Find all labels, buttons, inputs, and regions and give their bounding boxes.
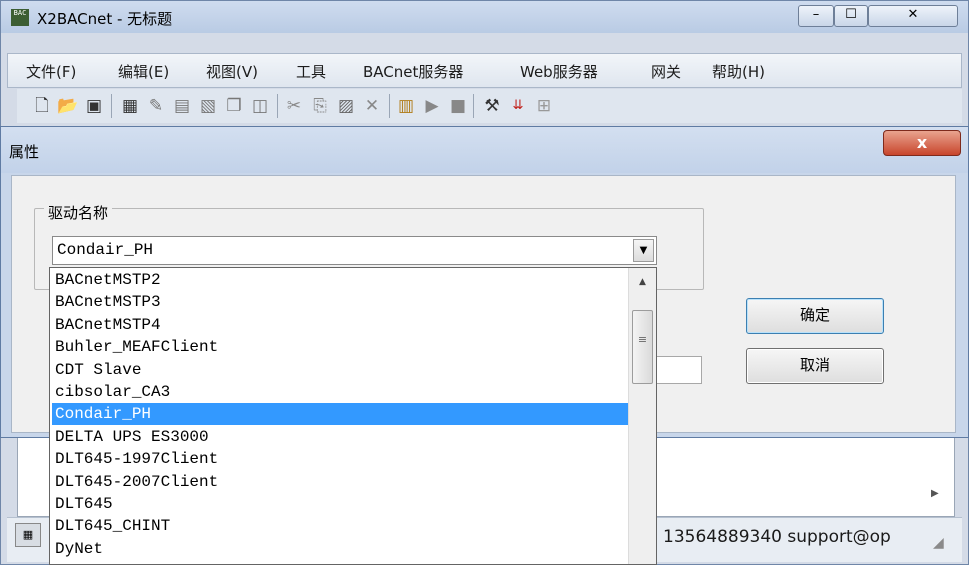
cancel-button[interactable]: 取消: [746, 348, 884, 384]
combobox-value: Condair_PH: [57, 241, 154, 259]
grid-icon[interactable]: ▤: [171, 95, 193, 117]
menu-web-server[interactable]: Web服务器: [520, 61, 598, 82]
toolbar-separator: [277, 94, 278, 118]
open-folder-icon[interactable]: 📂: [57, 95, 79, 117]
dropdown-option[interactable]: DLT645-1997Client: [52, 448, 631, 470]
menu-help[interactable]: 帮助(H): [712, 61, 765, 82]
dropdown-option[interactable]: DLT645: [52, 493, 631, 515]
status-icon: ▦: [15, 523, 41, 547]
driver-dropdown-list[interactable]: BACnetMSTP2 BACnetMSTP3 BACnetMSTP4 Buhler_…: [49, 267, 657, 565]
minimize-icon: –: [812, 7, 820, 22]
menu-tools[interactable]: 工具: [296, 61, 326, 82]
menu-file[interactable]: 文件(F): [26, 61, 76, 82]
toolbar-separator: [111, 94, 112, 118]
dropdown-option[interactable]: cibsolar_CA3: [52, 381, 631, 403]
close-icon: x: [916, 133, 928, 152]
driver-name-combobox[interactable]: Condair_PH ▼: [52, 236, 657, 265]
dropdown-option[interactable]: DLT645-2007Client: [52, 471, 631, 493]
chevron-down-icon[interactable]: ▼: [633, 239, 654, 262]
maximize-icon: ☐: [845, 7, 857, 22]
stack-icon[interactable]: ▥: [395, 95, 417, 117]
close-icon: ✕: [907, 7, 919, 22]
scroll-right-icon[interactable]: ▶: [931, 488, 939, 499]
copy-icon[interactable]: ⎘: [309, 95, 331, 117]
window-icon[interactable]: ◫: [249, 95, 271, 117]
ok-button[interactable]: 确定: [746, 298, 884, 334]
maximize-button[interactable]: ☐: [834, 5, 868, 27]
toolbar: 🗋 📂 ▣ ▦ ✎ ▤ ▧ ❐ ◫ ✂ ⎘ ▨ ✕ ▥ ▶ ■ ⚒ ⇊ ⊞: [17, 89, 962, 123]
scroll-up-icon[interactable]: ▲: [629, 268, 656, 296]
cut-icon[interactable]: ✂: [283, 95, 305, 117]
driver-name-label: 驱动名称: [44, 202, 113, 223]
dropdown-option[interactable]: BACnetMSTP4: [52, 314, 631, 336]
toolbar-separator: [389, 94, 390, 118]
dialog-title: 属性: [9, 143, 40, 161]
menu-view[interactable]: 视图(V): [206, 61, 258, 82]
menu-gateway[interactable]: 网关: [651, 61, 681, 82]
dropdown-option[interactable]: BACnetMSTP3: [52, 291, 631, 313]
copy-window-icon[interactable]: ❐: [223, 95, 245, 117]
grip-icon: ≡: [637, 333, 648, 346]
calculator-icon[interactable]: ▦: [119, 95, 141, 117]
dropdown-option[interactable]: BACnetMSTP2: [52, 269, 631, 291]
menu-edit[interactable]: 编辑(E): [118, 61, 169, 82]
save-icon[interactable]: ▣: [83, 95, 105, 117]
dropdown-option[interactable]: Buhler_MEAFClient: [52, 336, 631, 358]
window-title: X2BACnet - 无标题: [37, 10, 173, 28]
title-bar[interactable]: BAC X2BACnet - 无标题 – ☐ ✕: [1, 1, 968, 33]
camera-icon[interactable]: ▧: [197, 95, 219, 117]
delete-icon[interactable]: ✕: [361, 95, 383, 117]
dialog-close-button[interactable]: x: [883, 130, 961, 156]
menu-bar: 文件(F) 编辑(E) 视图(V) 工具 BACnet服务器 Web服务器 网关…: [7, 53, 962, 88]
dropdown-option[interactable]: DLT645_CHINT: [52, 515, 631, 537]
load-icon[interactable]: ⇊: [507, 95, 529, 117]
minimize-button[interactable]: –: [798, 5, 834, 27]
new-file-icon[interactable]: 🗋: [31, 95, 53, 117]
resize-grip-icon[interactable]: ◢: [933, 535, 953, 555]
toolbar-separator: [473, 94, 474, 118]
window-close-button[interactable]: ✕: [868, 5, 958, 27]
dropdown-option[interactable]: Condair_PH: [52, 403, 631, 426]
stop-icon[interactable]: ■: [447, 95, 469, 117]
dropdown-scrollbar[interactable]: ▲ ≡: [628, 268, 656, 564]
app-icon: BAC: [11, 9, 29, 26]
dropdown-option[interactable]: DyNet: [52, 538, 631, 560]
tree-icon[interactable]: ⊞: [533, 95, 555, 117]
play-icon[interactable]: ▶: [421, 95, 443, 117]
tools-icon[interactable]: ⚒: [481, 95, 503, 117]
dropdown-option[interactable]: CDT Slave: [52, 359, 631, 381]
paste-icon[interactable]: ▨: [335, 95, 357, 117]
scroll-thumb[interactable]: ≡: [632, 310, 653, 384]
pin-icon[interactable]: ✎: [145, 95, 167, 117]
dropdown-option[interactable]: DELTA UPS ES3000: [52, 426, 631, 448]
status-contact-text: 13564889340 support@op: [663, 527, 891, 547]
dialog-title-bar[interactable]: 属性 x: [1, 127, 968, 173]
menu-bacnet-server[interactable]: BACnet服务器: [363, 61, 463, 82]
